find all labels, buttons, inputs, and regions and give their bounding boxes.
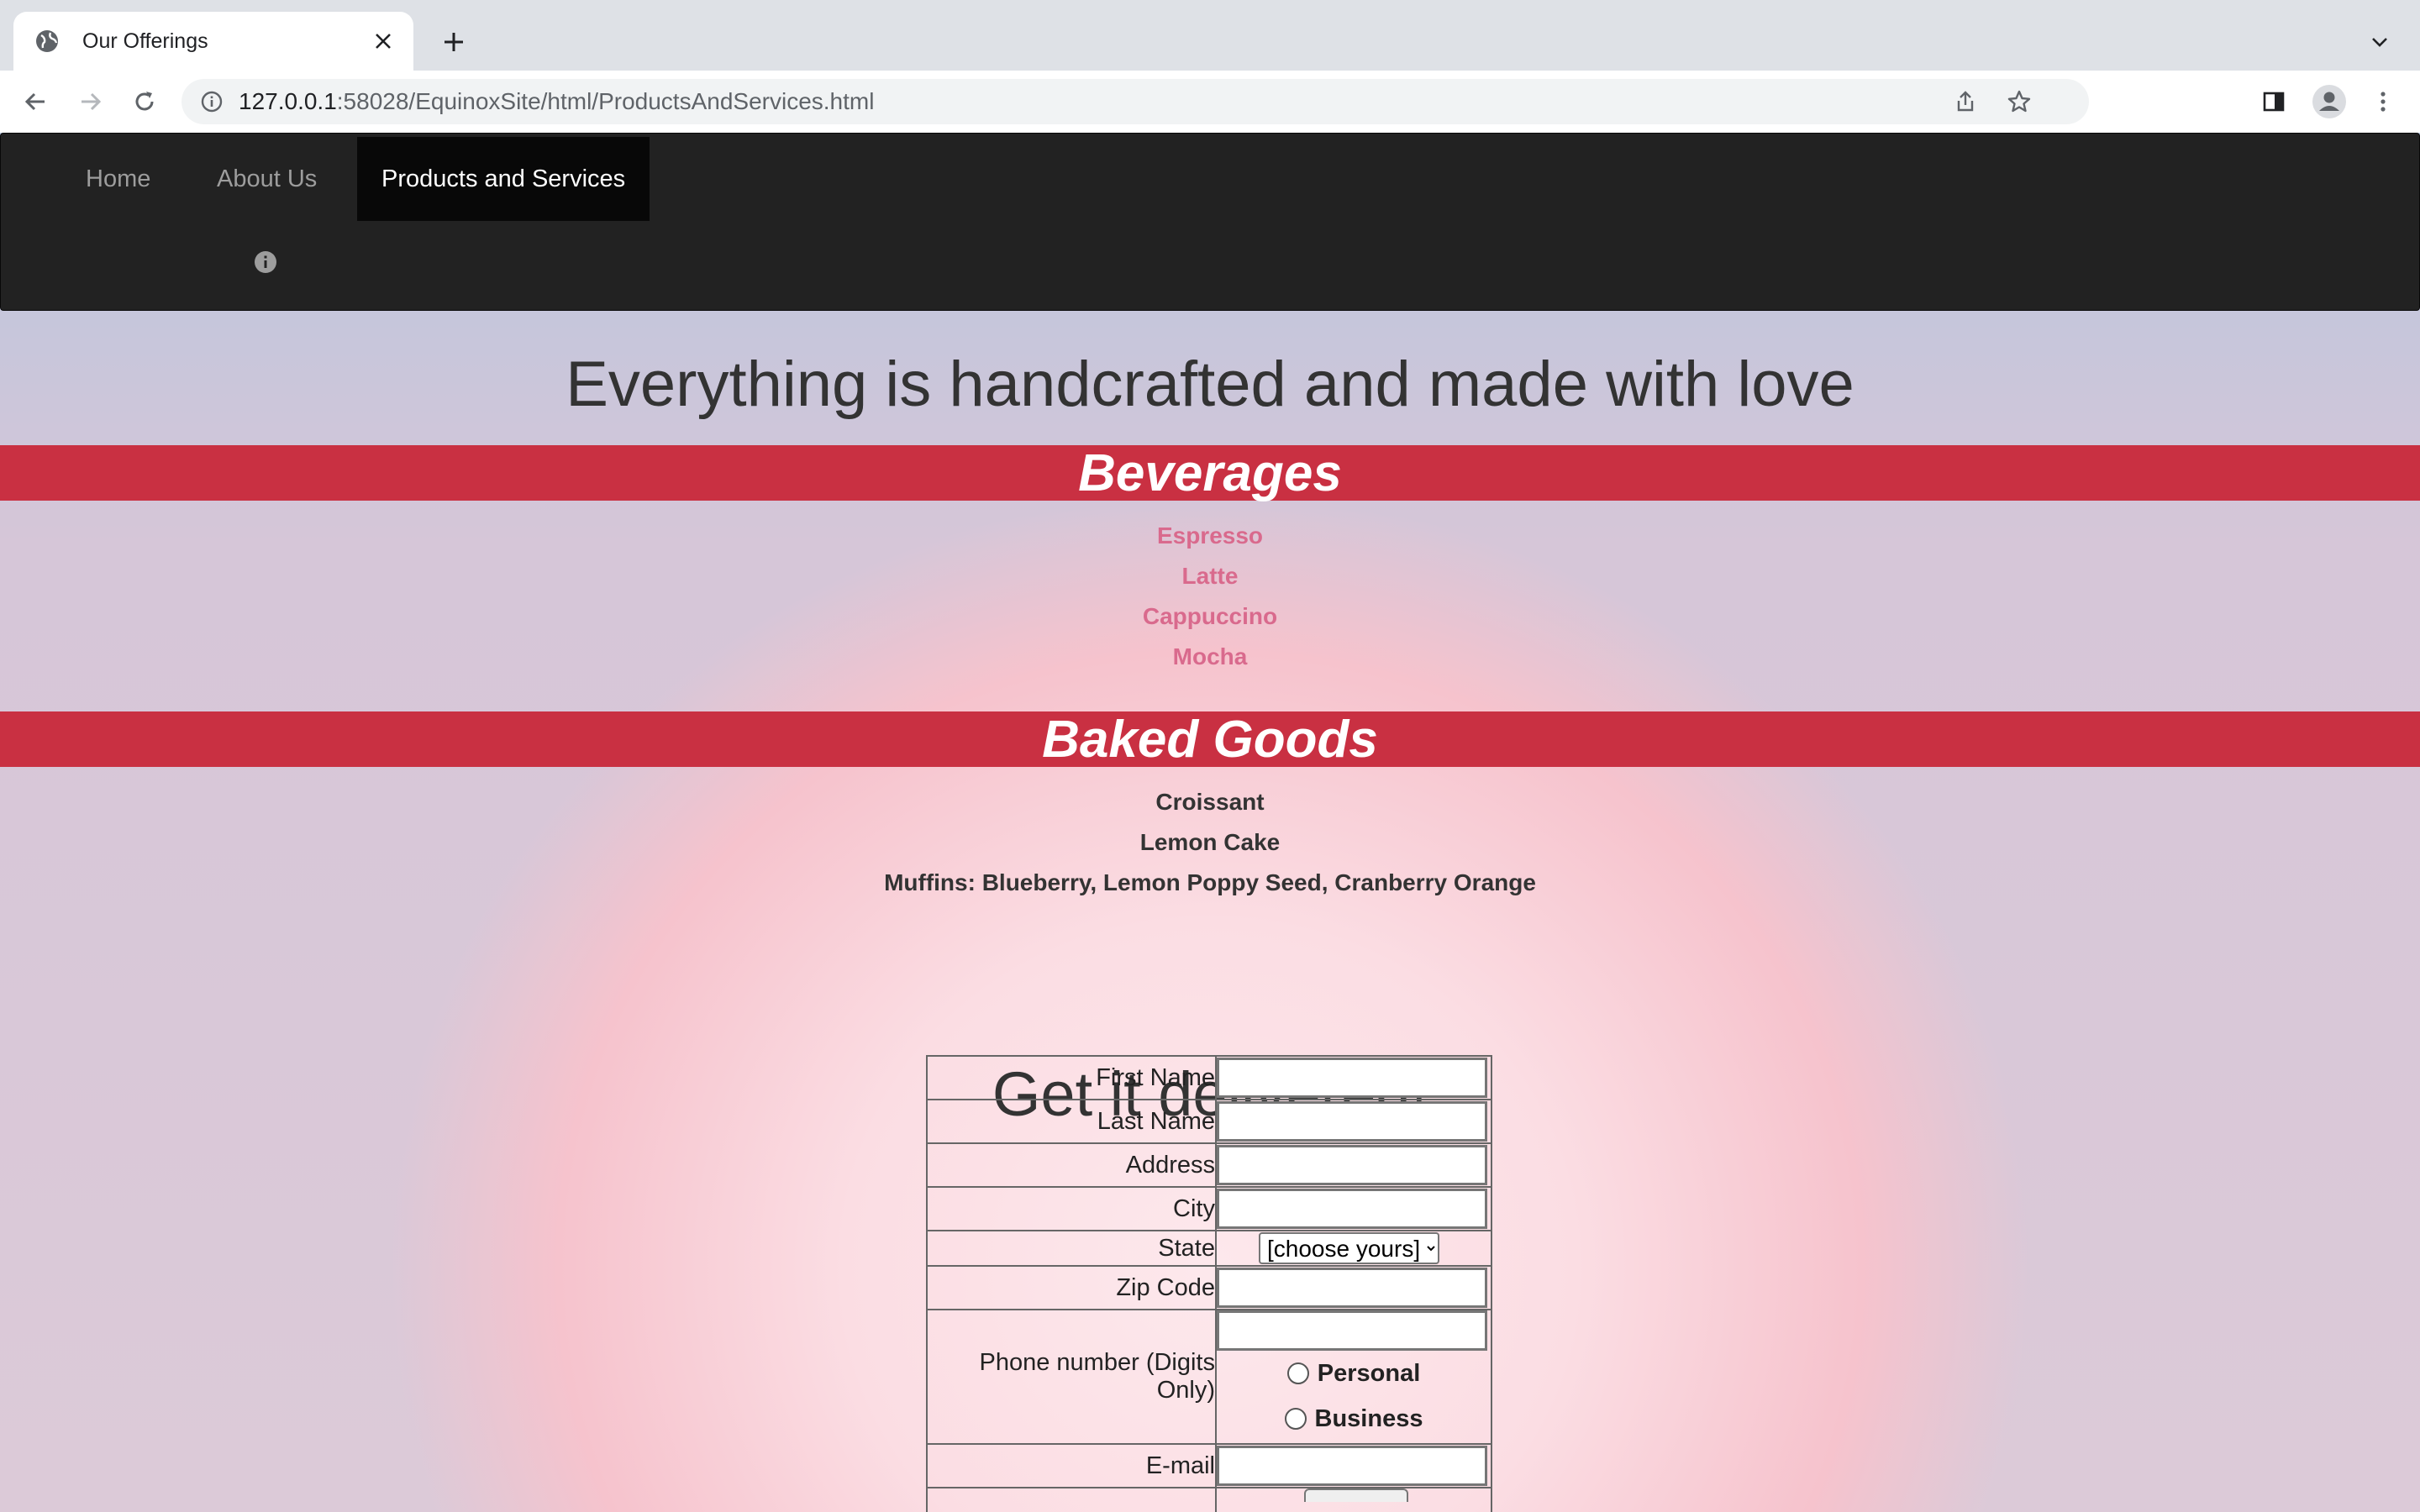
tab-title: Our Offerings xyxy=(82,29,208,53)
nav-products-and-services[interactable]: Products and Services xyxy=(357,137,650,221)
nav-about-us[interactable]: About Us xyxy=(192,137,341,221)
personal-radio-label: Personal xyxy=(1317,1359,1421,1387)
business-radio-option[interactable]: Business xyxy=(1217,1396,1491,1441)
globe-icon xyxy=(34,28,60,55)
phone-field[interactable] xyxy=(1217,1310,1487,1351)
beverages-heading: Beverages xyxy=(0,445,2420,502)
site-info-icon[interactable] xyxy=(198,88,225,115)
bookmark-star-icon[interactable] xyxy=(2005,87,2033,116)
browser-tabstrip: Our Offerings xyxy=(0,0,2420,71)
browser-tab[interactable]: Our Offerings xyxy=(13,12,413,71)
state-label: State xyxy=(926,1230,1217,1267)
site-navbar: Home About Us Products and Services xyxy=(0,133,2420,311)
share-icon[interactable] xyxy=(1951,87,1980,116)
last-name-label: Last Name xyxy=(926,1099,1217,1144)
address-field[interactable] xyxy=(1217,1145,1487,1185)
last-name-field[interactable] xyxy=(1217,1101,1487,1142)
profile-avatar-icon[interactable] xyxy=(2312,85,2346,118)
first-name-field[interactable] xyxy=(1217,1058,1487,1098)
phone-label: Phone number (Digits Only) xyxy=(926,1309,1217,1445)
list-item: Mocha xyxy=(1172,643,1248,669)
business-radio-label: Business xyxy=(1314,1404,1423,1432)
browser-menu-icon[interactable] xyxy=(2366,85,2400,118)
back-arrow-icon[interactable] xyxy=(18,85,52,118)
submit-button[interactable] xyxy=(1304,1488,1408,1502)
personal-radio-option[interactable]: Personal xyxy=(1217,1351,1491,1396)
first-name-label: First Name xyxy=(926,1055,1217,1100)
chevron-down-icon[interactable] xyxy=(2363,25,2396,59)
list-item: Espresso xyxy=(1156,522,1264,549)
list-item: Cappuccino xyxy=(1142,603,1278,629)
email-label: E-mail xyxy=(926,1443,1217,1488)
nav-home[interactable]: Home xyxy=(61,137,175,221)
beverages-list: Espresso Latte Cappuccino Mocha xyxy=(0,516,2420,677)
list-item: Lemon Cake xyxy=(1139,829,1281,855)
hero-heading: Everything is handcrafted and made with … xyxy=(566,349,1854,420)
personal-radio[interactable] xyxy=(1286,1362,1309,1384)
reload-icon[interactable] xyxy=(128,85,161,118)
baked-goods-list: Croissant Lemon Cake Muffins: Blueberry,… xyxy=(0,782,2420,903)
address-bar[interactable]: 127.0.0.1:58028/EquinoxSite/html/Product… xyxy=(182,79,2089,124)
city-field[interactable] xyxy=(1217,1189,1487,1229)
side-panel-icon[interactable] xyxy=(2257,85,2291,118)
empty-cell xyxy=(926,1487,1217,1512)
baked-goods-heading: Baked Goods xyxy=(0,711,2420,769)
business-radio[interactable] xyxy=(1284,1408,1307,1430)
zip-code-field[interactable] xyxy=(1217,1268,1487,1308)
zip-code-label: Zip Code xyxy=(926,1265,1217,1310)
list-item: Croissant xyxy=(1155,789,1265,815)
address-label: Address xyxy=(926,1142,1217,1188)
list-item: Latte xyxy=(1181,563,1239,589)
forward-arrow-icon[interactable] xyxy=(74,85,108,118)
info-circle-icon[interactable] xyxy=(251,248,280,276)
url-text: 127.0.0.1:58028/EquinoxSite/html/Product… xyxy=(239,88,875,114)
delivery-form: First Name Last Name Address City State … xyxy=(926,1055,1492,1512)
new-tab-plus-icon[interactable] xyxy=(437,25,471,59)
close-icon[interactable] xyxy=(366,24,400,58)
list-item: Muffins: Blueberry, Lemon Poppy Seed, Cr… xyxy=(884,869,1536,895)
city-label: City xyxy=(926,1186,1217,1231)
page-content: Home About Us Products and Services Ever… xyxy=(0,133,2420,1512)
browser-toolbar: 127.0.0.1:58028/EquinoxSite/html/Product… xyxy=(0,71,2420,134)
state-select[interactable]: [choose yours] xyxy=(1259,1232,1439,1264)
email-field[interactable] xyxy=(1217,1446,1487,1486)
